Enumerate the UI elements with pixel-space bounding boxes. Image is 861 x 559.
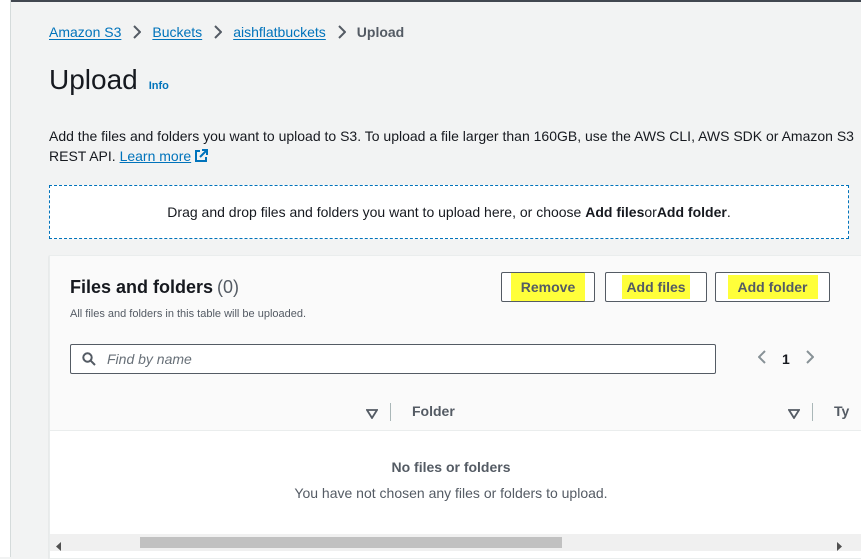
chevron-right-icon bbox=[337, 25, 346, 39]
pagination: 1 bbox=[757, 350, 815, 367]
scroll-right-icon[interactable] bbox=[836, 538, 842, 556]
add-folder-button[interactable]: Add folder bbox=[715, 272, 830, 302]
table-header: Folder Ty bbox=[50, 394, 861, 431]
breadcrumb: Amazon S3 Buckets aishflatbuckets Upload bbox=[49, 24, 404, 40]
dropzone-add-folder: Add folder bbox=[656, 204, 727, 220]
sort-caret-icon[interactable] bbox=[365, 406, 379, 422]
dropzone-prefix: Drag and drop files and folders you want… bbox=[167, 204, 582, 220]
breadcrumb-current: Upload bbox=[356, 24, 405, 40]
page-description: Add the files and folders you want to up… bbox=[49, 126, 854, 168]
learn-more-link[interactable]: Learn more bbox=[120, 148, 209, 164]
files-and-folders-panel: Files and folders (0) All files and folde… bbox=[49, 255, 861, 559]
page-header: Upload Info bbox=[49, 64, 169, 96]
sort-caret-icon[interactable] bbox=[787, 406, 801, 422]
chevron-right-icon bbox=[132, 25, 142, 39]
external-link-icon bbox=[194, 148, 209, 168]
panel-subtitle: All files and folders in this table will… bbox=[70, 308, 307, 320]
panel-header: Files and folders (0) All files and folde… bbox=[50, 256, 861, 395]
column-header-type[interactable]: Ty bbox=[834, 403, 849, 419]
page-title: Upload bbox=[49, 64, 138, 95]
search-field[interactable] bbox=[70, 344, 716, 374]
chevron-right-icon[interactable] bbox=[805, 350, 815, 367]
drop-zone[interactable]: Drag and drop files and folders you want… bbox=[49, 185, 849, 239]
search-input[interactable] bbox=[105, 350, 689, 368]
dropzone-suffix: . bbox=[726, 204, 731, 220]
dropzone-or: or bbox=[644, 204, 657, 220]
breadcrumb-amazon-s3[interactable]: Amazon S3 bbox=[49, 24, 121, 40]
panel-title: Files and folders (0) bbox=[70, 277, 239, 298]
column-divider[interactable] bbox=[812, 403, 813, 421]
remove-button[interactable]: Remove bbox=[501, 272, 595, 302]
search-icon bbox=[82, 352, 96, 366]
add-files-button[interactable]: Add files bbox=[605, 272, 707, 302]
learn-more-label: Learn more bbox=[119, 148, 192, 164]
scrollbar-thumb[interactable] bbox=[140, 537, 562, 548]
scroll-left-icon[interactable] bbox=[56, 538, 62, 556]
empty-state-subtitle: You have not chosen any files or folders… bbox=[294, 485, 608, 501]
chevron-left-icon[interactable] bbox=[757, 350, 767, 367]
current-page[interactable]: 1 bbox=[782, 351, 790, 367]
side-navigation-collapsed[interactable] bbox=[0, 0, 11, 557]
breadcrumb-buckets[interactable]: Buckets bbox=[152, 24, 202, 40]
empty-state-title: No files or folders bbox=[391, 459, 511, 475]
info-link[interactable]: Info bbox=[149, 80, 169, 92]
add-files-label: Add files bbox=[622, 275, 690, 299]
top-border bbox=[0, 0, 861, 2]
panel-title-text: Files and folders bbox=[70, 277, 214, 297]
column-divider[interactable] bbox=[390, 403, 391, 421]
remove-label: Remove bbox=[510, 273, 586, 301]
breadcrumb-bucket-name[interactable]: aishflatbuckets bbox=[233, 24, 326, 40]
column-header-folder[interactable]: Folder bbox=[412, 403, 455, 419]
file-count: (0) bbox=[217, 277, 240, 297]
chevron-right-icon bbox=[213, 25, 223, 39]
dropzone-add-files: Add files bbox=[585, 204, 645, 220]
horizontal-scrollbar[interactable] bbox=[50, 534, 861, 551]
add-folder-label: Add folder bbox=[727, 275, 818, 299]
